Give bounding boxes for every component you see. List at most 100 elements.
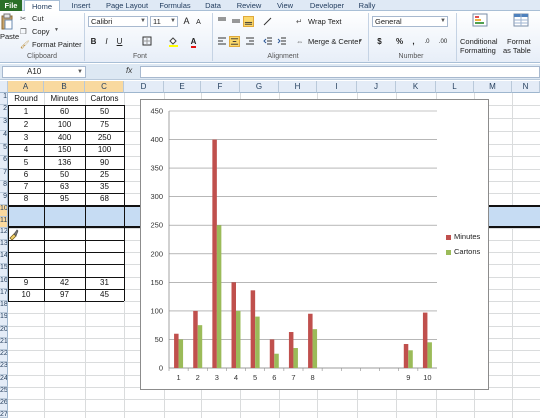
table-cell[interactable]: 10	[8, 289, 44, 301]
table-header-cartons[interactable]: Cartons	[85, 93, 124, 105]
table-cell[interactable]: 100	[85, 144, 124, 156]
table-cell[interactable]: 2	[8, 119, 44, 131]
row-header[interactable]: 26	[0, 399, 8, 411]
table-header-minutes[interactable]: Minutes	[44, 93, 85, 105]
table-cell[interactable]: 8	[8, 193, 44, 205]
column-header-l[interactable]: L	[436, 81, 474, 93]
table-cell[interactable]: 97	[44, 289, 85, 301]
row-header[interactable]: 24	[0, 375, 8, 387]
column-header-i[interactable]: I	[317, 81, 357, 93]
table-cell[interactable]: 42	[44, 277, 85, 289]
table-cell[interactable]: 3	[8, 132, 44, 144]
row-header[interactable]: 22	[0, 350, 8, 362]
align-middle-button[interactable]	[230, 16, 241, 27]
row-header[interactable]: 12	[0, 228, 8, 240]
table-cell[interactable]: 63	[44, 181, 85, 193]
row-header[interactable]: 9	[0, 193, 8, 205]
orientation-button[interactable]	[262, 16, 273, 27]
column-header-m[interactable]: M	[474, 81, 512, 93]
embedded-chart[interactable]: 0 50 100 150 200 250 300 350 400 450 1 2 3 4 5 6 7 8 9 10 M…	[140, 99, 489, 390]
bold-button[interactable]: B	[88, 36, 99, 47]
comma-button[interactable]: ,	[408, 36, 419, 47]
row-header[interactable]: 13	[0, 240, 8, 252]
table-cell[interactable]: 100	[44, 119, 85, 131]
copy-button[interactable]: ❐ Copy ▼	[20, 26, 60, 37]
select-all-corner[interactable]	[0, 81, 8, 93]
align-right-button[interactable]	[244, 36, 255, 47]
conditional-formatting-button[interactable]: Conditional Formatting	[459, 13, 501, 55]
table-cell[interactable]: 95	[44, 193, 85, 205]
table-header-round[interactable]: Round	[8, 93, 44, 105]
table-cell[interactable]: 7	[8, 181, 44, 193]
table-cell[interactable]: 75	[85, 119, 124, 131]
table-cell[interactable]: 400	[44, 132, 85, 144]
row-header[interactable]: 6	[0, 156, 8, 169]
column-header-f[interactable]: F	[201, 81, 240, 93]
table-cell[interactable]: 150	[44, 144, 85, 156]
row-header[interactable]: 14	[0, 252, 8, 264]
row-header[interactable]: 11	[0, 217, 8, 228]
row-header[interactable]: 2	[0, 105, 8, 118]
row-header[interactable]: 17	[0, 289, 8, 301]
tab-data[interactable]: Data	[196, 0, 230, 11]
tab-insert[interactable]: Insert	[62, 0, 100, 11]
paste-options-button[interactable]	[8, 229, 19, 241]
table-cell[interactable]: 60	[44, 106, 85, 118]
row-header[interactable]: 16	[0, 277, 8, 289]
table-cell[interactable]: 68	[85, 193, 124, 205]
row-header[interactable]: 4	[0, 131, 8, 144]
column-header-n[interactable]: N	[512, 81, 540, 93]
fill-color-button[interactable]	[168, 36, 179, 47]
row-header[interactable]: 23	[0, 362, 8, 375]
row-header[interactable]: 1	[0, 93, 8, 105]
tab-file[interactable]: File	[0, 0, 22, 11]
name-box[interactable]: A10 ▼	[2, 66, 86, 78]
column-header-c[interactable]: C	[85, 81, 124, 93]
align-center-button[interactable]	[229, 36, 240, 47]
column-header-e[interactable]: E	[164, 81, 201, 93]
align-bottom-button[interactable]	[243, 16, 254, 27]
table-cell[interactable]: 4	[8, 144, 44, 156]
table-cell[interactable]: 136	[44, 157, 85, 169]
increase-indent-button[interactable]	[276, 36, 287, 47]
font-size-combo[interactable]: 11 ▼	[150, 16, 178, 27]
table-cell[interactable]: 50	[85, 106, 124, 118]
row-header[interactable]: 3	[0, 118, 8, 131]
column-header-g[interactable]: G	[240, 81, 279, 93]
percent-button[interactable]: %	[394, 36, 405, 47]
align-top-button[interactable]	[216, 16, 227, 27]
merge-center-button[interactable]: ⇔ Merge & Center ▼	[296, 37, 364, 48]
shrink-font-button[interactable]: A	[193, 17, 204, 28]
row-header[interactable]: 27	[0, 411, 8, 418]
table-cell[interactable]: 5	[8, 157, 44, 169]
column-header-j[interactable]: J	[357, 81, 396, 93]
table-cell[interactable]: 1	[8, 106, 44, 118]
table-cell[interactable]: 35	[85, 181, 124, 193]
currency-button[interactable]: $	[374, 36, 385, 47]
row-header[interactable]: 25	[0, 387, 8, 399]
increase-decimal-button[interactable]: .0	[420, 37, 434, 48]
insert-function-button[interactable]: fx	[126, 66, 132, 75]
column-header-d[interactable]: D	[124, 81, 164, 93]
paste-button[interactable]: Paste	[0, 13, 19, 49]
table-cell[interactable]: 90	[85, 157, 124, 169]
row-header[interactable]: 10	[0, 205, 8, 217]
underline-button[interactable]: U	[114, 36, 125, 47]
tab-rally[interactable]: Rally	[352, 0, 382, 11]
row-header[interactable]: 5	[0, 144, 8, 156]
italic-button[interactable]: I	[101, 36, 112, 47]
column-header-h[interactable]: H	[279, 81, 317, 93]
decrease-decimal-button[interactable]: .00	[436, 37, 450, 48]
table-cell[interactable]: 250	[85, 132, 124, 144]
row-header[interactable]: 20	[0, 326, 8, 338]
formula-input[interactable]	[140, 66, 540, 78]
borders-button[interactable]	[141, 36, 152, 47]
format-as-table-button[interactable]: Format as Table	[503, 13, 540, 55]
row-header[interactable]: 19	[0, 313, 8, 326]
cut-button[interactable]: ✂ Cut	[20, 13, 60, 24]
decrease-indent-button[interactable]	[262, 36, 273, 47]
tab-developer[interactable]: Developer	[302, 0, 352, 11]
row-header[interactable]: 8	[0, 181, 8, 193]
font-name-combo[interactable]: Calibri ▼	[88, 16, 148, 27]
wrap-text-button[interactable]: ↵ Wrap Text	[296, 17, 356, 28]
